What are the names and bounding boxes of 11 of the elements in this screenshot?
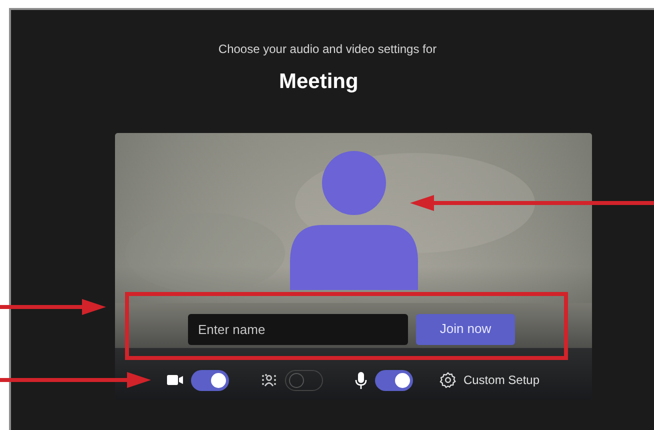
toggle-switch[interactable]: [285, 370, 324, 390]
settings-icon: [439, 371, 458, 389]
blur-icon: [261, 373, 278, 387]
join-now-button[interactable]: Join now: [416, 314, 515, 344]
custom-setup-button[interactable]: Custom Setup: [439, 371, 540, 389]
subtitle: Choose your audio and video settings for: [218, 41, 437, 58]
microphone-icon: [355, 372, 368, 388]
video-camera-icon: [167, 374, 184, 386]
meeting-title: Meeting: [279, 69, 358, 95]
avatar-icon: [290, 150, 418, 290]
name-field[interactable]: Enter name: [188, 314, 408, 344]
